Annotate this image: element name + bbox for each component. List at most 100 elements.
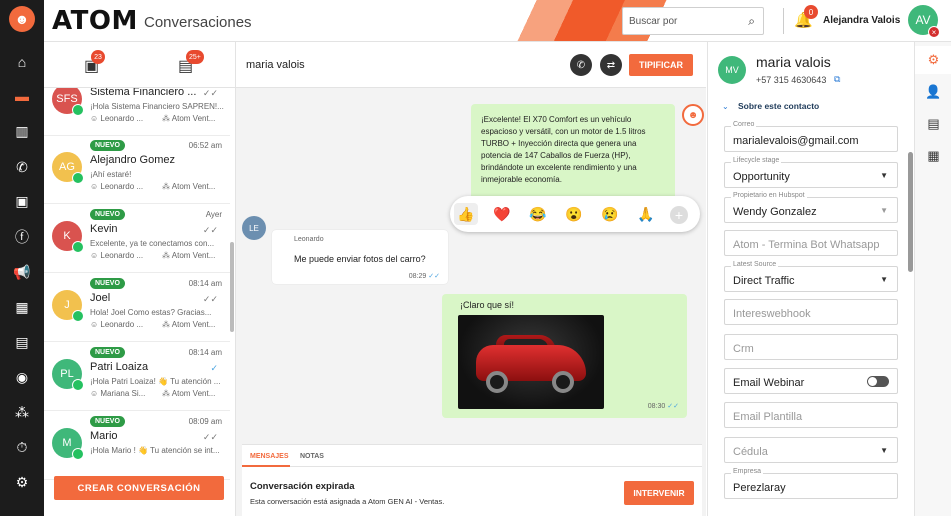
chevron-down-icon[interactable]: ⌄	[722, 102, 729, 111]
field-value: Direct Traffic	[733, 275, 795, 287]
crm-field[interactable]: Crm	[724, 334, 898, 360]
contact-name: Patri Loaiza	[90, 361, 149, 373]
sad-icon[interactable]: 😢	[598, 203, 622, 225]
list-scrollbar[interactable]	[230, 242, 234, 332]
settings-icon[interactable]: ⚙	[0, 471, 44, 493]
thumbs-up-icon[interactable]: 👍	[454, 203, 478, 225]
new-badge: NUEVO	[90, 347, 125, 358]
list-item[interactable]: NUEVO 08:14 am PL Patri Loaiza ✓ ¡Hola P…	[44, 343, 230, 411]
transfer-button[interactable]: ⇄	[600, 54, 622, 76]
status-close-icon: ×	[928, 26, 940, 38]
field-placeholder: Cédula	[733, 446, 768, 458]
field-label: Empresa	[731, 468, 764, 475]
contact-name: Mario	[90, 430, 118, 442]
contacts-icon[interactable]: ▣	[0, 190, 44, 212]
email-plantilla-field[interactable]: Email Plantilla	[724, 402, 898, 428]
latest-source-select[interactable]: Latest Source Direct Traffic ▼	[724, 261, 898, 292]
tab-messages-badge: 25+	[186, 50, 204, 64]
atom-logo-icon[interactable]: ☻	[9, 6, 35, 32]
intervene-button[interactable]: INTERVENIR	[624, 481, 694, 505]
create-conversation-button[interactable]: CREAR CONVERSACIÓN	[54, 476, 224, 500]
megaphone-icon[interactable]: 📢	[0, 261, 44, 283]
home-icon[interactable]: ⌂	[0, 51, 44, 73]
contact-scrollbar[interactable]	[908, 152, 913, 272]
contact-panel: MV maria valois +57 315 4630643 ⧉ ⌄ Sobr…	[707, 42, 914, 516]
document-icon[interactable]: ▤	[915, 110, 951, 138]
external-link-icon[interactable]: ⧉	[834, 74, 840, 85]
email-webinar-toggle-field[interactable]: Email Webinar	[724, 368, 898, 394]
chat-icon[interactable]: ▬	[0, 85, 44, 107]
user-name[interactable]: Alejandra Valois	[823, 15, 900, 26]
user-circle-icon[interactable]: ◉	[0, 366, 44, 388]
columns-icon[interactable]: ▥	[0, 120, 44, 142]
team-icon[interactable]: ⁂	[0, 401, 44, 423]
new-badge: NUEVO	[90, 209, 125, 220]
lifecycle-stage-select[interactable]: Lifecycle stage Opportunity ▼	[724, 157, 898, 188]
surprised-icon[interactable]: 😮	[562, 203, 586, 225]
whatsapp-icon	[72, 104, 84, 116]
header-divider	[783, 8, 784, 34]
car-image[interactable]	[458, 315, 604, 409]
timestamp: 08:14 am	[188, 348, 222, 357]
email-field[interactable]: Correo marialevalois@gmail.com	[724, 121, 898, 152]
tab-chats-badge: 23	[91, 50, 105, 64]
incoming-message-bubble: Leonardo Me puede enviar fotos del carro…	[272, 230, 448, 284]
field-value: marialevalois@gmail.com	[733, 135, 859, 147]
bot-message-bubble: ¡Excelente! El X70 Comfort es un vehícul…	[471, 104, 675, 202]
facebook-icon[interactable]: ⓕ	[0, 226, 44, 248]
about-section-toggle[interactable]: Sobre este contacto	[738, 101, 819, 111]
calendar-icon[interactable]: ▦	[915, 142, 951, 170]
heart-icon[interactable]: ❤️	[490, 203, 514, 225]
field-placeholder: Intereswebhook	[733, 308, 811, 320]
pray-icon[interactable]: 🙏	[634, 203, 658, 225]
message-preview: Hola! Joel Como estas? Gracias...	[90, 308, 212, 317]
contact-name: Sistema Financiero ...	[90, 88, 197, 98]
tab-mensajes[interactable]: MENSAJES	[250, 453, 289, 460]
search-input[interactable]: Buscar por ⌕	[622, 7, 764, 35]
contact-phone: +57 315 4630643	[756, 75, 827, 85]
list-item[interactable]: NUEVO 08:09 am M Mario ✓✓ ¡Hola Mario ! …	[44, 412, 230, 480]
timestamp: 08:14 am	[188, 279, 222, 288]
email-webinar-toggle[interactable]	[867, 376, 889, 387]
add-reaction-icon[interactable]: +	[670, 206, 688, 224]
timer-icon[interactable]: ⏱	[0, 436, 44, 458]
message-icon[interactable]: ▤	[0, 331, 44, 353]
field-placeholder: Atom - Termina Bot Whatsapp	[733, 239, 880, 251]
message-text: Me puede enviar fotos del carro?	[294, 254, 426, 264]
contact-name: Joel	[90, 292, 111, 304]
cedula-select[interactable]: Cédula ▼	[724, 437, 898, 463]
bot-field[interactable]: Atom - Termina Bot Whatsapp	[724, 230, 898, 256]
laugh-icon[interactable]: 😂	[526, 203, 550, 225]
car-wheel	[552, 371, 574, 393]
agent-name: ☺ Leonardo ...	[90, 182, 144, 191]
top-header: ATOM Conversaciones Buscar por ⌕ 🔔 0 Ale…	[44, 0, 951, 42]
search-placeholder: Buscar por	[629, 16, 678, 27]
call-button[interactable]: ✆	[570, 54, 592, 76]
search-icon[interactable]: ⌕	[748, 14, 755, 29]
chevron-down-icon: ▼	[880, 171, 888, 180]
list-item[interactable]: NUEVO Ayer K Kevin ✓✓ Excelente, ya te c…	[44, 205, 230, 273]
tab-notas[interactable]: NOTAS	[300, 453, 324, 460]
dashboard-icon[interactable]: ▦	[0, 296, 44, 318]
conversation-list-panel: ▣ 23 ▤ 25+ SFS Sistema Financiero ... ✓✓…	[44, 42, 236, 516]
hubspot-owner-select[interactable]: Propietario en Hubspot Wendy Gonzalez ▼	[724, 192, 898, 223]
conversation-scroll[interactable]: SFS Sistema Financiero ... ✓✓ ¡Hola Sist…	[44, 88, 232, 508]
field-label: Latest Source	[731, 261, 779, 268]
double-check-icon: ✓	[210, 363, 218, 373]
list-item[interactable]: NUEVO 08:14 am J Joel ✓✓ Hola! Joel Como…	[44, 274, 230, 342]
chevron-down-icon: ▼	[880, 206, 888, 215]
intereswebhook-field[interactable]: Intereswebhook	[724, 299, 898, 325]
list-item[interactable]: SFS Sistema Financiero ... ✓✓ ¡Hola Sist…	[44, 88, 230, 136]
notification-badge: 0	[804, 5, 818, 19]
double-check-icon: ✓✓	[202, 225, 218, 235]
tipificar-button[interactable]: TIPIFICAR	[629, 54, 693, 76]
message-preview: Excelente, ya te conectamos con...	[90, 239, 215, 248]
list-item[interactable]: NUEVO 06:52 am AG Alejandro Gomez ¡Ahí e…	[44, 136, 230, 204]
person-icon[interactable]: 👤	[915, 78, 951, 106]
hubspot-icon[interactable]: ⚙	[915, 46, 951, 74]
phone-icon[interactable]: ✆	[0, 156, 44, 178]
company-field[interactable]: Empresa Perezlaray	[724, 468, 898, 499]
team-name: ⁂ Atom Vent...	[162, 114, 216, 123]
side-tools: ⚙ 👤 ▤ ▦	[914, 42, 951, 516]
field-value: Email Webinar	[733, 377, 805, 389]
